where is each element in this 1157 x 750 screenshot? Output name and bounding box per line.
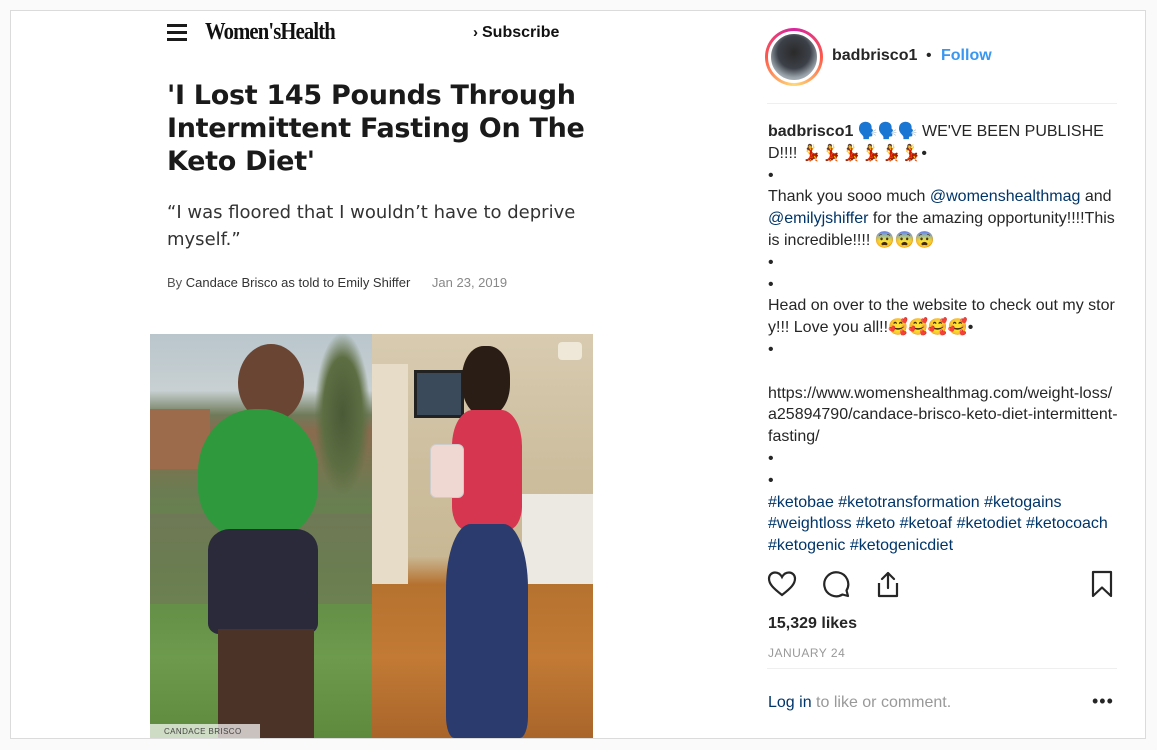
caption-hashtags[interactable]: #ketobae #ketotransformation #ketogains … [768,492,1118,556]
comment-button[interactable] [821,569,853,601]
phone-shape [430,444,464,498]
byline-prefix: By [167,275,183,290]
caption-username[interactable]: badbrisco1 [768,123,853,140]
mention-link[interactable]: @emilyjshiffer [768,210,868,227]
before-photo: CANDACE BRISCO [150,334,372,738]
caption-bullet: • [768,166,774,184]
jeans-shape [446,524,528,738]
mention-link[interactable]: @womenshealthmag [930,188,1081,205]
divider [767,668,1117,669]
before-after-photo: CANDACE BRISCO [150,334,593,738]
header-separator: • [926,47,932,64]
heart-icon [767,571,797,597]
likes-count[interactable]: 15,329 likes [768,615,857,633]
person-hair-shape [462,346,510,416]
womens-health-logo: Women'sHealth [205,19,336,45]
login-prompt: Log in to like or comment. [768,694,951,712]
tree-shape [315,334,370,494]
instagram-post-frame: Women'sHealth › Subscribe 'I Lost 145 Pou… [10,10,1146,739]
post-date[interactable]: JANUARY 24 [768,646,845,660]
avatar[interactable] [768,31,820,83]
comment-icon [823,571,850,598]
login-link[interactable]: Log in [768,694,812,711]
like-button[interactable] [767,569,799,601]
caption-bullet: • [768,275,774,293]
hamburger-icon [167,24,187,42]
header-username[interactable]: badbrisco1 [832,47,917,65]
share-button[interactable] [873,569,905,601]
bookmark-button[interactable] [1087,569,1119,601]
login-suffix: to like or comment. [811,694,952,711]
share-icon [877,571,899,598]
post-caption: badbrisco1 🗣️🗣️🗣️ WE'VE BEEN PUBLISHED!!… [768,121,1118,556]
post-header: badbrisco1 • Follow [757,11,1145,104]
caption-bullet: • [768,340,774,358]
article-date: Jan 23, 2019 [431,275,508,290]
and-text: and [1080,188,1117,206]
post-sidebar: badbrisco1 • Follow badbrisco1 🗣️🗣️🗣️ WE… [757,11,1145,738]
subscribe-link: › Subscribe [473,24,559,42]
caption-thanks: Thank you sooo much @womenshealthmag and… [768,186,1118,251]
caption-bullet: • [768,253,774,271]
more-icon[interactable]: ••• [1092,691,1114,712]
green-shirt-shape [198,409,318,539]
follow-button[interactable]: Follow [941,47,992,65]
caption-bullet: • [768,449,774,467]
thanks-prefix: Thank you sooo much [768,188,930,206]
caption-blank [768,361,1118,383]
post-actions [767,569,1117,605]
tv-shape [414,370,464,418]
byline-names: Candace Brisco as told to Emily Shiffer [185,275,411,290]
avatar-story-ring[interactable] [765,28,823,86]
chevron-right-icon: › [473,24,478,41]
bookmark-icon [1091,570,1113,598]
lamp-shape [558,342,582,360]
caption-url: https://www.womenshealthmag.com/weight-l… [768,384,1118,446]
caption-line-1: badbrisco1 🗣️🗣️🗣️ WE'VE BEEN PUBLISHED!!… [768,121,1118,165]
photo-credit: CANDACE BRISCO [150,724,260,738]
shorts-shape [208,529,318,634]
door-shape [372,364,408,584]
after-photo [372,334,593,738]
subscribe-label: Subscribe [482,24,560,41]
article-dek: “I was floored that I wouldn’t have to d… [167,202,576,250]
article-headline: 'I Lost 145 Pounds Through Intermittent … [167,80,585,177]
bed-shape [522,494,593,584]
article-byline: By Candace Brisco as told to Emily Shiff… [167,275,507,290]
divider [767,103,1117,104]
legs-shape [218,629,314,738]
caption-head-on: Head on over to the website to check out… [768,297,1115,337]
caption-bullet: • [768,471,774,489]
article-header: Women'sHealth › Subscribe [167,19,577,49]
post-media[interactable]: Women'sHealth › Subscribe 'I Lost 145 Pou… [11,11,757,738]
